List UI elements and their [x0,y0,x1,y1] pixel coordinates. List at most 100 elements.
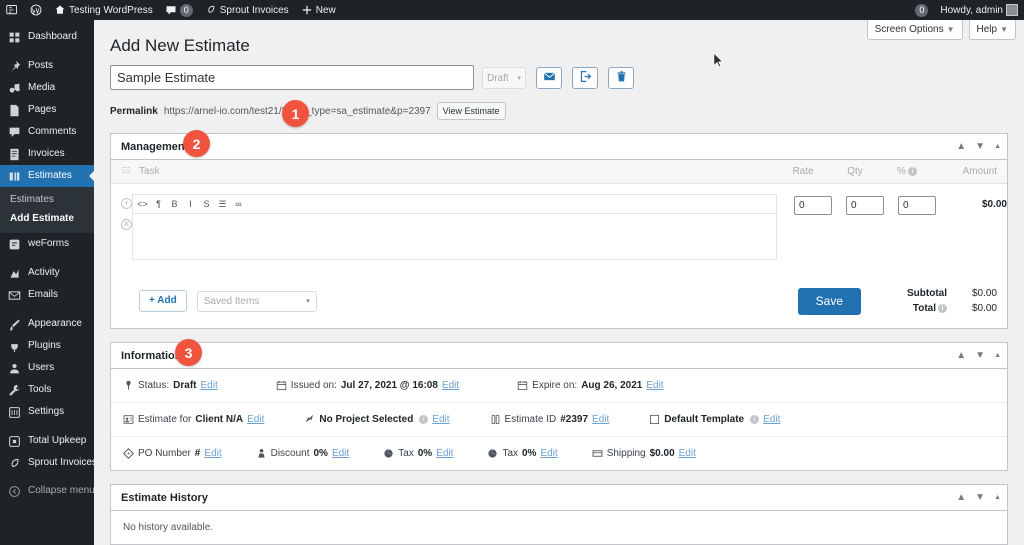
info-item-edit-link[interactable]: Edit [204,448,221,459]
italic-icon[interactable]: I [183,196,198,212]
shipping-icon [592,448,603,459]
info-icon[interactable]: i [419,415,429,424]
info-item-edit-link[interactable]: Edit [763,414,780,425]
estimate-history-header[interactable]: Estimate History ▲ ▼ ▲ [111,485,1007,511]
paragraph-icon[interactable]: ¶ [151,196,166,212]
bold-icon[interactable]: B [167,196,182,212]
info-item-edit-link[interactable]: Edit [442,380,459,391]
editor-textarea[interactable] [132,214,777,260]
help-tab[interactable]: Help ▼ [968,20,1016,40]
info-item-edit-link[interactable]: Edit [592,414,609,425]
list-icon[interactable]: ☰ [215,196,230,212]
info-item-edit-link[interactable]: Edit [200,380,217,391]
strikethrough-icon[interactable]: S [199,196,214,212]
move-down-icon[interactable]: ▼ [975,141,985,152]
info-item-edit-link[interactable]: Edit [679,448,696,459]
site-name-label: Testing WordPress [69,4,153,16]
move-up-icon[interactable]: ▲ [956,350,966,361]
info-item: Estimate for Client N/A Edit [123,414,264,425]
info-icon[interactable]: i [938,303,947,313]
sidebar-item-invoices[interactable]: Invoices [0,143,94,165]
panel-handle-actions: ▲ ▼ ▲ [956,350,1001,361]
toggle-panel-icon[interactable]: ▲ [994,494,1001,501]
totals-block: Subtotal $0.00 Total i $0.00 [907,286,997,316]
site-name-button[interactable]: Testing WordPress [48,0,159,20]
sidebar-item-comments[interactable]: Comments [0,121,94,143]
sidebar-item-appearance[interactable]: Appearance [0,313,94,335]
media-icon [8,82,21,95]
percent-input[interactable] [898,196,936,215]
account-menu[interactable]: Howdy, admin [934,0,1024,20]
toggle-panel-icon[interactable]: ▲ [994,352,1001,359]
sidebar-item-media[interactable]: Media [0,77,94,99]
users-icon [8,362,21,375]
qty-input[interactable] [846,196,884,215]
send-email-button[interactable] [536,67,562,89]
link-icon[interactable]: ∞ [231,196,246,212]
notifications-button[interactable]: 0 [909,0,934,20]
info-icon[interactable]: i [907,166,917,176]
minus-circle-icon[interactable]: ✕ [121,219,132,230]
total-label: Total i [913,303,947,314]
sidebar-item-activity[interactable]: Activity [0,262,94,284]
sidebar-item-sprout-invoices[interactable]: Sprout Invoices [0,452,97,474]
total-row: Total i $0.00 [907,301,997,316]
sidebar-item-estimates[interactable]: Estimates [0,165,95,187]
add-line-item-button[interactable]: + Add [139,290,187,312]
info-item-edit-link[interactable]: Edit [247,414,264,425]
new-content-button[interactable]: New [295,0,342,20]
code-icon[interactable]: <> [135,196,150,212]
info-item-edit-link[interactable]: Edit [436,448,453,459]
sidebar-item-label: Posts [28,60,54,71]
estimate-history-empty: No history available. [123,522,214,533]
screen-options-tab[interactable]: Screen Options ▼ [866,20,963,40]
upkeep-icon [8,435,21,448]
sidebar-item-emails[interactable]: Emails [0,284,94,306]
sidebar-item-posts[interactable]: Posts [0,55,94,77]
info-item-edit-link[interactable]: Edit [432,414,449,425]
sprout-invoices-menu[interactable]: Sprout Invoices [199,0,295,20]
info-item-prefix: Discount [270,448,310,459]
information-panel-header[interactable]: Information 3 ▲ ▼ ▲ [111,339,1007,369]
sidebar-item-pages[interactable]: Pages [0,99,94,121]
move-up-icon[interactable]: ▲ [956,492,966,503]
view-estimate-button[interactable]: View Estimate [436,102,506,120]
wp-about-button[interactable] [24,0,48,20]
info-item: Tax 0% Edit [383,448,453,459]
howdy-label: Howdy, admin [940,4,1003,16]
sidebar-item-settings[interactable]: Settings [0,401,94,423]
save-button[interactable]: Save [797,287,861,315]
info-item-edit-link[interactable]: Edit [540,448,557,459]
comments-button[interactable]: 0 [159,0,199,20]
sprout-leaf-icon [8,457,21,470]
sidebar-subitem-estimates[interactable]: Estimates [0,190,94,209]
move-down-icon[interactable]: ▼ [975,350,985,361]
pin-icon [8,60,21,73]
toggle-panel-icon[interactable]: ▲ [994,143,1001,150]
sidebar-item-total-upkeep[interactable]: Total Upkeep [0,430,94,452]
sidebar-item-collapse-menu[interactable]: Collapse menu [0,480,95,502]
post-status-dropdown[interactable]: Draft ▾ [482,67,526,89]
sidebar-item-dashboard[interactable]: Dashboard [0,26,94,48]
wp-logo-button[interactable] [0,0,24,20]
trash-button[interactable] [608,67,634,89]
move-up-icon[interactable]: ▲ [956,141,966,152]
plus-circle-icon[interactable]: + [121,198,132,209]
sidebar-item-weforms[interactable]: weForms [0,233,94,255]
sidebar-item-plugins[interactable]: Plugins [0,335,94,357]
move-down-icon[interactable]: ▼ [975,492,985,503]
post-title-input[interactable] [110,65,474,90]
info-item-edit-link[interactable]: Edit [332,448,349,459]
info-icon[interactable]: i [750,415,760,424]
export-button[interactable] [572,67,598,89]
project-icon [304,414,315,425]
management-panel-header[interactable]: Management 2 ▲ ▼ ▲ [111,130,1007,160]
info-item: Default Template i Edit [649,414,780,425]
info-item-edit-link[interactable]: Edit [646,380,663,391]
sidebar-item-tools[interactable]: Tools [0,379,94,401]
rate-input[interactable] [794,196,832,215]
saved-items-dropdown[interactable]: Saved Items ▾ [196,290,317,312]
brush-icon [8,318,21,331]
sidebar-subitem-add-estimate[interactable]: Add Estimate [0,209,94,228]
sidebar-item-users[interactable]: Users [0,357,94,379]
